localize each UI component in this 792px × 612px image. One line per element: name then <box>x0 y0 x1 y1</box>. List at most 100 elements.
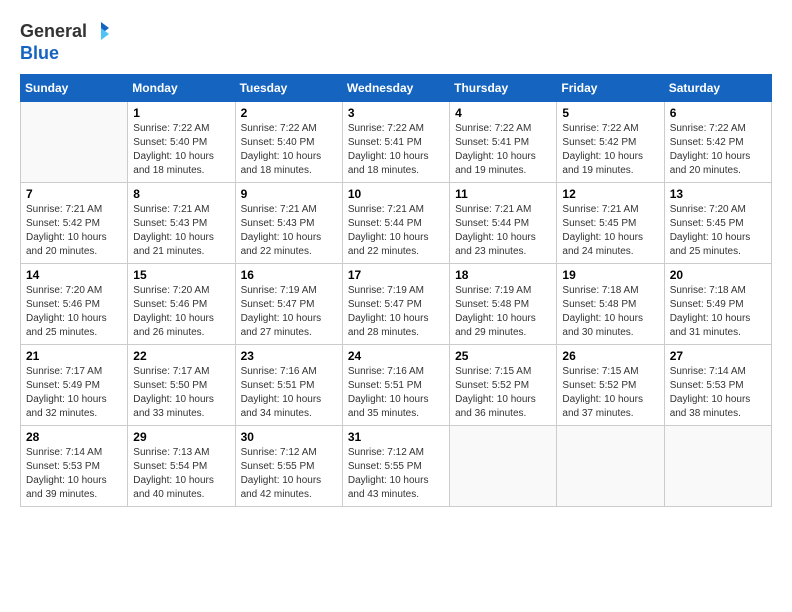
day-number: 18 <box>455 268 551 282</box>
calendar-day-cell: 5Sunrise: 7:22 AMSunset: 5:42 PMDaylight… <box>557 101 664 182</box>
day-info: Sunrise: 7:21 AMSunset: 5:44 PMDaylight:… <box>455 203 551 259</box>
calendar-day-cell: 25Sunrise: 7:15 AMSunset: 5:52 PMDayligh… <box>450 344 557 425</box>
day-number: 15 <box>133 268 229 282</box>
calendar-day-cell <box>664 425 771 506</box>
calendar-day-cell: 22Sunrise: 7:17 AMSunset: 5:50 PMDayligh… <box>128 344 235 425</box>
day-info: Sunrise: 7:22 AMSunset: 5:42 PMDaylight:… <box>562 122 658 178</box>
calendar-day-cell <box>21 101 128 182</box>
calendar-header-row: SundayMondayTuesdayWednesdayThursdayFrid… <box>21 74 772 101</box>
calendar-day-cell: 2 Sunrise: 7:22 AMSunset: 5:40 PMDaylight… <box>235 101 342 182</box>
calendar-day-cell: 20 Sunrise: 7:18 AMSunset: 5:49 PMDayligh… <box>664 263 771 344</box>
day-info: Sunrise: 7:19 AMSunset: 5:47 PMDaylight:… <box>241 284 337 340</box>
day-info: Sunrise: 7:16 AMSunset: 5:51 PMDaylight:… <box>241 365 337 421</box>
calendar-day-cell: 27 Sunrise: 7:14 AMSunset: 5:53 PMDayligh… <box>664 344 771 425</box>
day-info: Sunrise: 7:22 AMSunset: 5:41 PMDaylight:… <box>348 122 444 178</box>
day-info: Sunrise: 7:12 AMSunset: 5:55 PMDaylight:… <box>348 446 444 502</box>
day-number: 27 <box>670 349 766 363</box>
day-number: 9 <box>241 187 337 201</box>
calendar-day-cell: 21 Sunrise: 7:17 AMSunset: 5:49 PMDayligh… <box>21 344 128 425</box>
day-number: 26 <box>562 349 658 363</box>
day-info: Sunrise: 7:18 AMSunset: 5:49 PMDaylight:… <box>670 284 766 340</box>
day-info: Sunrise: 7:22 AMSunset: 5:40 PMDaylight:… <box>241 122 337 178</box>
day-number: 17 <box>348 268 444 282</box>
day-of-week-header: Friday <box>557 74 664 101</box>
day-number: 2 <box>241 106 337 120</box>
day-number: 4 <box>455 106 551 120</box>
calendar-day-cell: 3 Sunrise: 7:22 AMSunset: 5:41 PMDaylight… <box>342 101 449 182</box>
day-number: 8 <box>133 187 229 201</box>
calendar-day-cell: 23 Sunrise: 7:16 AMSunset: 5:51 PMDayligh… <box>235 344 342 425</box>
day-number: 28 <box>26 430 122 444</box>
calendar-day-cell: 31 Sunrise: 7:12 AMSunset: 5:55 PMDayligh… <box>342 425 449 506</box>
calendar-day-cell: 26 Sunrise: 7:15 AMSunset: 5:52 PMDayligh… <box>557 344 664 425</box>
calendar-day-cell: 16 Sunrise: 7:19 AMSunset: 5:47 PMDayligh… <box>235 263 342 344</box>
day-number: 1 <box>133 106 229 120</box>
day-number: 30 <box>241 430 337 444</box>
day-info: Sunrise: 7:15 AMSunset: 5:52 PMDaylight:… <box>562 365 658 421</box>
logo: General Blue <box>20 20 113 64</box>
calendar-day-cell: 14 Sunrise: 7:20 AMSunset: 5:46 PMDayligh… <box>21 263 128 344</box>
day-number: 3 <box>348 106 444 120</box>
day-number: 19 <box>562 268 658 282</box>
calendar-week-row: 1 Sunrise: 7:22 AMSunset: 5:40 PMDaylight… <box>21 101 772 182</box>
calendar-day-cell: 12Sunrise: 7:21 AMSunset: 5:45 PMDayligh… <box>557 182 664 263</box>
calendar-week-row: 7 Sunrise: 7:21 AMSunset: 5:42 PMDaylight… <box>21 182 772 263</box>
day-info: Sunrise: 7:12 AMSunset: 5:55 PMDaylight:… <box>241 446 337 502</box>
day-number: 7 <box>26 187 122 201</box>
calendar-day-cell: 28 Sunrise: 7:14 AMSunset: 5:53 PMDayligh… <box>21 425 128 506</box>
day-info: Sunrise: 7:17 AMSunset: 5:49 PMDaylight:… <box>26 365 122 421</box>
page-header: General Blue <box>20 20 772 64</box>
day-info: Sunrise: 7:14 AMSunset: 5:53 PMDaylight:… <box>26 446 122 502</box>
calendar-day-cell: 6 Sunrise: 7:22 AMSunset: 5:42 PMDaylight… <box>664 101 771 182</box>
calendar-week-row: 14 Sunrise: 7:20 AMSunset: 5:46 PMDayligh… <box>21 263 772 344</box>
day-info: Sunrise: 7:14 AMSunset: 5:53 PMDaylight:… <box>670 365 766 421</box>
calendar-day-cell: 9 Sunrise: 7:21 AMSunset: 5:43 PMDaylight… <box>235 182 342 263</box>
calendar-day-cell: 19Sunrise: 7:18 AMSunset: 5:48 PMDayligh… <box>557 263 664 344</box>
day-number: 6 <box>670 106 766 120</box>
calendar-day-cell: 10Sunrise: 7:21 AMSunset: 5:44 PMDayligh… <box>342 182 449 263</box>
calendar-week-row: 21 Sunrise: 7:17 AMSunset: 5:49 PMDayligh… <box>21 344 772 425</box>
day-number: 29 <box>133 430 229 444</box>
calendar-day-cell: 8 Sunrise: 7:21 AMSunset: 5:43 PMDaylight… <box>128 182 235 263</box>
day-of-week-header: Monday <box>128 74 235 101</box>
day-of-week-header: Saturday <box>664 74 771 101</box>
day-info: Sunrise: 7:21 AMSunset: 5:43 PMDaylight:… <box>133 203 229 259</box>
day-info: Sunrise: 7:19 AMSunset: 5:48 PMDaylight:… <box>455 284 551 340</box>
day-info: Sunrise: 7:15 AMSunset: 5:52 PMDaylight:… <box>455 365 551 421</box>
logo-general: General <box>20 22 87 42</box>
day-info: Sunrise: 7:22 AMSunset: 5:42 PMDaylight:… <box>670 122 766 178</box>
day-info: Sunrise: 7:20 AMSunset: 5:45 PMDaylight:… <box>670 203 766 259</box>
calendar-day-cell: 24Sunrise: 7:16 AMSunset: 5:51 PMDayligh… <box>342 344 449 425</box>
day-info: Sunrise: 7:21 AMSunset: 5:45 PMDaylight:… <box>562 203 658 259</box>
calendar-day-cell: 29 Sunrise: 7:13 AMSunset: 5:54 PMDayligh… <box>128 425 235 506</box>
logo-flag-icon <box>89 20 113 44</box>
calendar-day-cell: 30 Sunrise: 7:12 AMSunset: 5:55 PMDayligh… <box>235 425 342 506</box>
day-number: 22 <box>133 349 229 363</box>
logo-blue: Blue <box>20 44 113 64</box>
day-info: Sunrise: 7:20 AMSunset: 5:46 PMDaylight:… <box>26 284 122 340</box>
day-info: Sunrise: 7:22 AMSunset: 5:41 PMDaylight:… <box>455 122 551 178</box>
day-number: 10 <box>348 187 444 201</box>
calendar-day-cell <box>557 425 664 506</box>
calendar-day-cell <box>450 425 557 506</box>
day-info: Sunrise: 7:22 AMSunset: 5:40 PMDaylight:… <box>133 122 229 178</box>
day-number: 16 <box>241 268 337 282</box>
calendar-day-cell: 15 Sunrise: 7:20 AMSunset: 5:46 PMDayligh… <box>128 263 235 344</box>
calendar-day-cell: 17Sunrise: 7:19 AMSunset: 5:47 PMDayligh… <box>342 263 449 344</box>
day-info: Sunrise: 7:16 AMSunset: 5:51 PMDaylight:… <box>348 365 444 421</box>
day-number: 31 <box>348 430 444 444</box>
day-number: 13 <box>670 187 766 201</box>
calendar-day-cell: 4 Sunrise: 7:22 AMSunset: 5:41 PMDaylight… <box>450 101 557 182</box>
day-number: 21 <box>26 349 122 363</box>
calendar-day-cell: 18 Sunrise: 7:19 AMSunset: 5:48 PMDayligh… <box>450 263 557 344</box>
calendar-day-cell: 11 Sunrise: 7:21 AMSunset: 5:44 PMDayligh… <box>450 182 557 263</box>
day-of-week-header: Tuesday <box>235 74 342 101</box>
day-info: Sunrise: 7:21 AMSunset: 5:43 PMDaylight:… <box>241 203 337 259</box>
day-number: 20 <box>670 268 766 282</box>
day-number: 14 <box>26 268 122 282</box>
day-info: Sunrise: 7:21 AMSunset: 5:42 PMDaylight:… <box>26 203 122 259</box>
day-number: 23 <box>241 349 337 363</box>
day-info: Sunrise: 7:13 AMSunset: 5:54 PMDaylight:… <box>133 446 229 502</box>
day-number: 11 <box>455 187 551 201</box>
day-info: Sunrise: 7:20 AMSunset: 5:46 PMDaylight:… <box>133 284 229 340</box>
